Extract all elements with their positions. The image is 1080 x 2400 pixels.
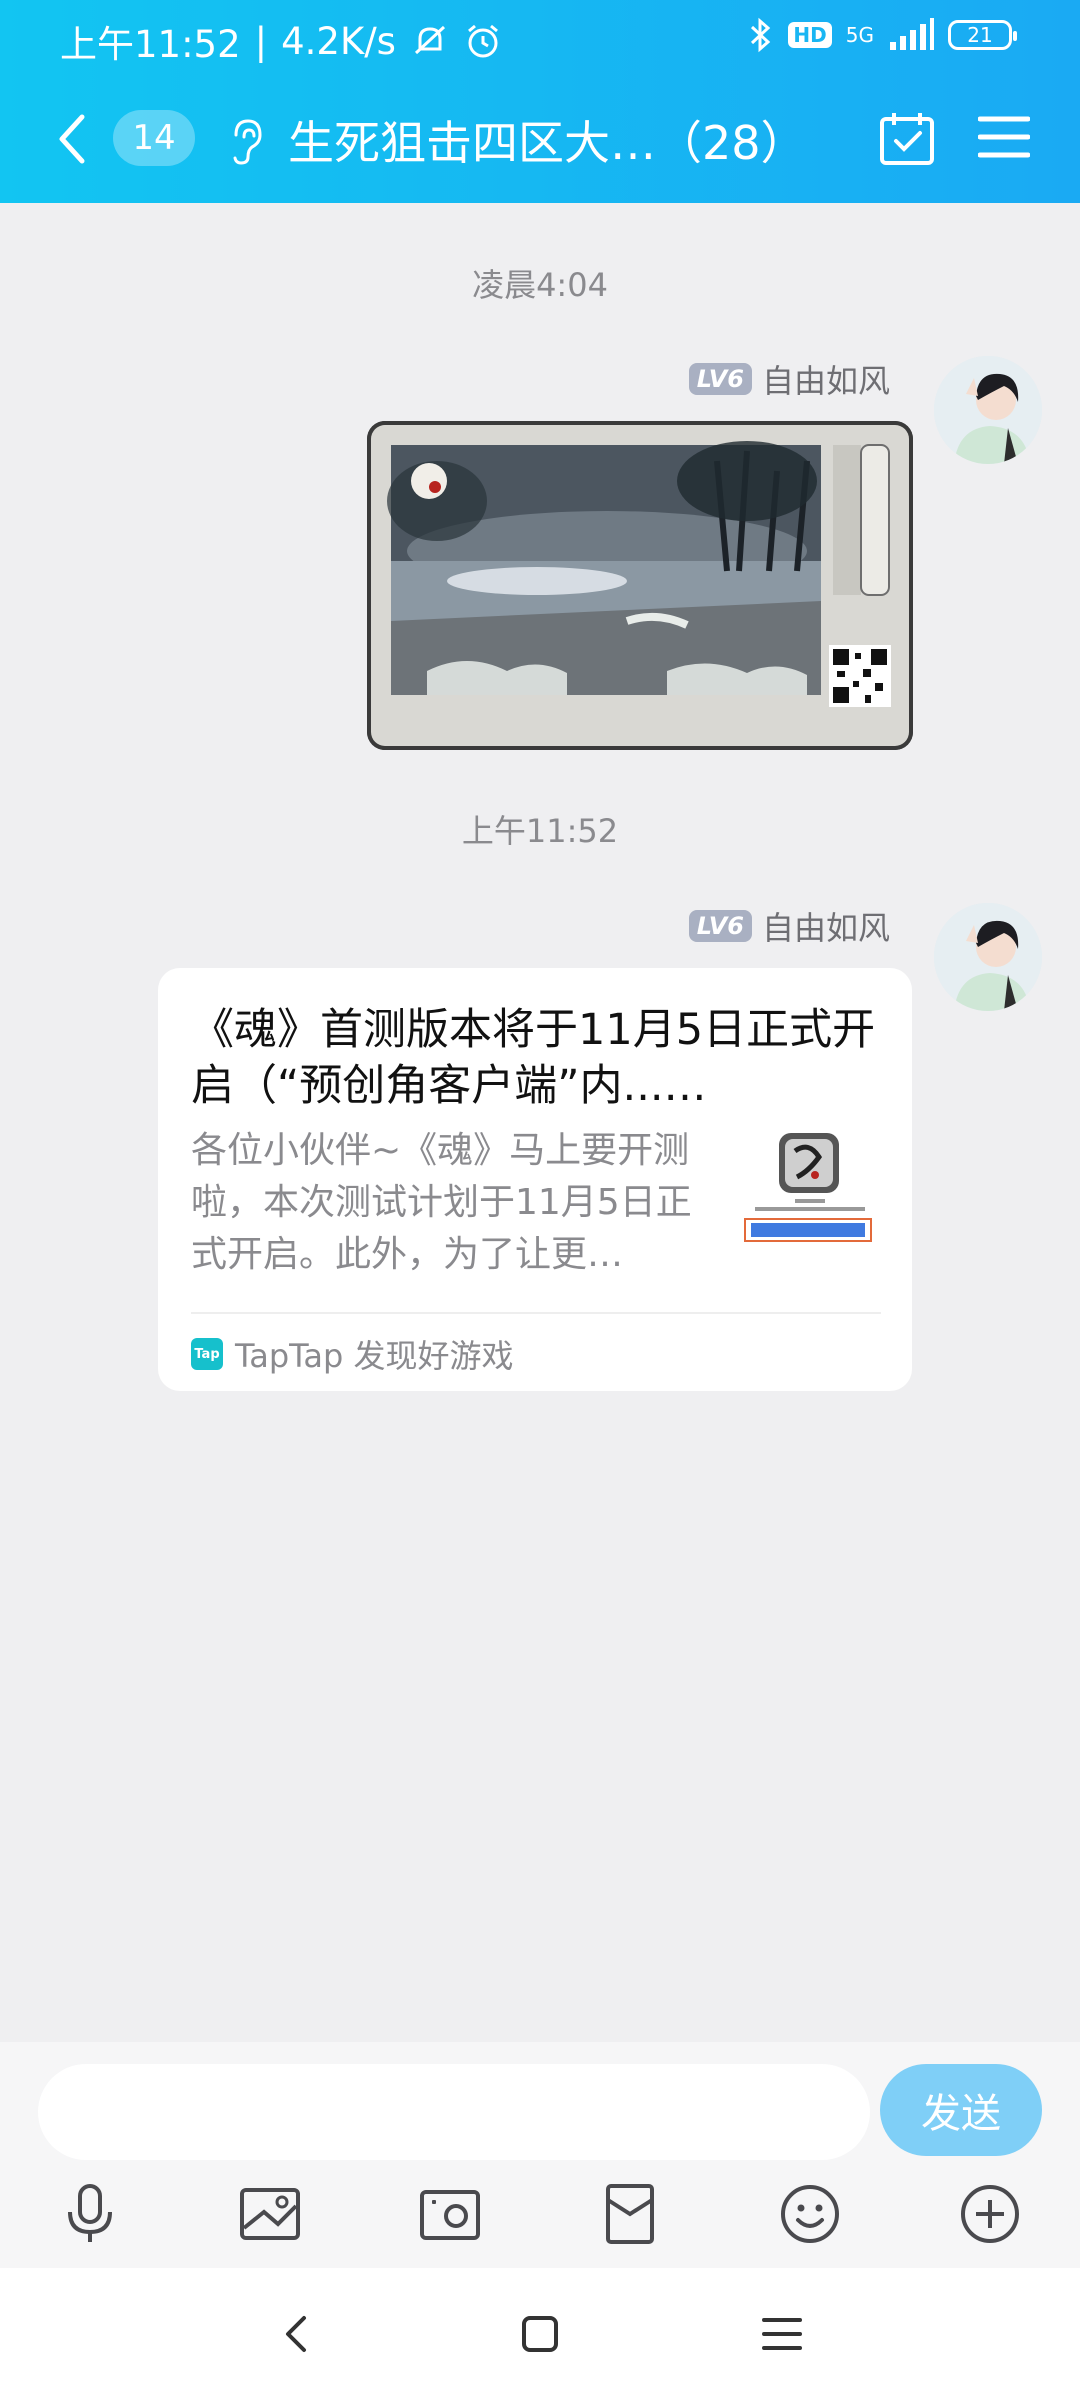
network-type: 5G	[845, 23, 874, 47]
game-poster-image	[367, 421, 913, 750]
network-speed: 4.2K/s	[281, 19, 396, 63]
hd-badge: HD	[788, 22, 832, 48]
nav-back-icon[interactable]	[270, 2306, 326, 2362]
menu-icon[interactable]	[978, 113, 1030, 161]
message-timestamp: 上午11:52	[461, 812, 619, 850]
taptap-icon: Tap	[191, 1338, 223, 1370]
sender-info: LV6 自由如风	[688, 356, 890, 402]
card-title: 《魂》首测版本将于11月5日正式开启（“预创角客户端”内...…	[191, 1005, 876, 1111]
level-badge: LV6	[688, 910, 752, 942]
sender-name: 自由如风	[761, 909, 890, 947]
battery-indicator: 21	[948, 20, 1017, 50]
status-time: 上午11:52	[60, 23, 241, 66]
calendar-check-icon[interactable]	[878, 109, 936, 167]
nav-recents-icon[interactable]	[754, 2306, 810, 2362]
microphone-icon[interactable]	[58, 2182, 122, 2246]
card-thumbnail	[735, 1131, 881, 1243]
bluetooth-icon	[751, 17, 771, 53]
mute-icon	[414, 25, 445, 55]
ear-icon	[233, 119, 262, 165]
status-bar: 上午11:52 | 4.2K/s HD 5G 21	[0, 0, 1080, 78]
input-toolbar	[0, 2182, 1080, 2262]
sender-name: 自由如风	[761, 362, 890, 400]
system-navigation-bar	[0, 2268, 1080, 2400]
message-input[interactable]	[38, 2064, 870, 2160]
avatar[interactable]	[934, 356, 1042, 464]
group-title[interactable]: 生死狙击四区大…（28）	[288, 107, 807, 173]
alarm-icon	[468, 24, 498, 58]
avatar-image	[934, 903, 1042, 1011]
message-composer: 发送	[0, 2042, 1080, 2268]
link-share-card[interactable]: 《魂》首测版本将于11月5日正式开启（“预创角客户端”内...… 各位小伙伴~《…	[158, 968, 912, 1391]
unread-badge[interactable]: 14	[113, 110, 195, 166]
avatar-image	[934, 356, 1042, 464]
game-thumbnail-image	[735, 1131, 881, 1243]
avatar[interactable]	[934, 903, 1042, 1011]
emoji-icon[interactable]	[778, 2182, 842, 2246]
nav-home-icon[interactable]	[512, 2306, 568, 2362]
image-message[interactable]	[367, 421, 913, 750]
card-source-label: TapTap 发现好游戏	[235, 1337, 514, 1375]
level-badge: LV6	[688, 363, 752, 395]
sender-info: LV6 自由如风	[688, 903, 890, 949]
red-packet-icon[interactable]	[598, 2182, 662, 2246]
image-icon[interactable]	[238, 2182, 302, 2246]
plus-icon[interactable]	[958, 2182, 1022, 2246]
card-divider	[191, 1312, 881, 1314]
back-icon[interactable]	[52, 111, 92, 167]
card-source: Tap TapTap 发现好游戏	[191, 1331, 514, 1377]
message-timestamp: 凌晨4:04	[472, 266, 608, 304]
chat-header: 上午11:52 | 4.2K/s HD 5G 21 14 生死狙击四区大…（28…	[0, 0, 1080, 203]
signal-icon	[890, 18, 934, 50]
card-description: 各位小伙伴~《魂》马上要开测啦，本次测试计划于11月5日正式开启。此外，为了让更…	[191, 1130, 692, 1275]
send-button[interactable]: 发送	[880, 2064, 1042, 2156]
camera-icon[interactable]	[418, 2182, 482, 2246]
